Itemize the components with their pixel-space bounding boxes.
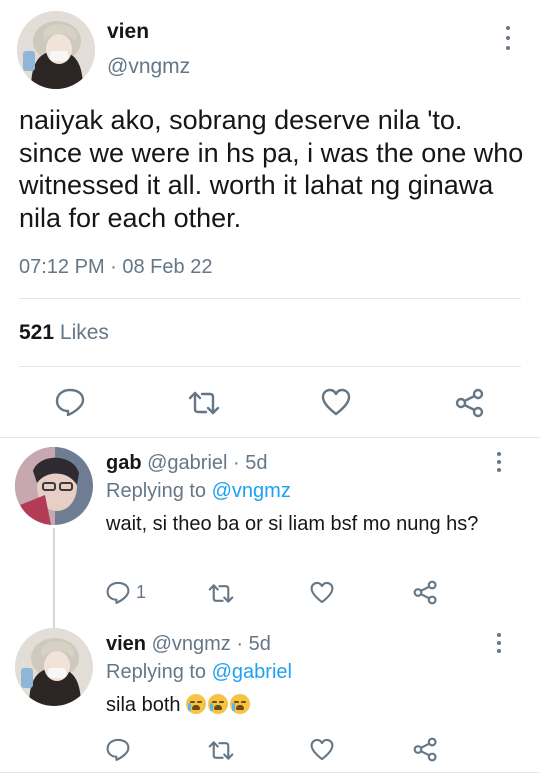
likes-stat[interactable]: 521 Likes [19,321,109,345]
divider [0,437,540,438]
replying-to: Replying to @gabriel [106,661,292,684]
crying-emoji-icon [186,694,207,714]
like-icon[interactable] [310,738,334,761]
divider [19,366,521,367]
thread-line [53,528,55,628]
more-icon[interactable] [500,26,516,50]
tweet-timestamp: 07:12 PM · 08 Feb 22 [19,256,213,278]
replying-to-link[interactable]: @gabriel [212,661,292,683]
crying-emoji-icon [208,694,229,714]
author-handle[interactable]: @vngmz [107,55,190,79]
replying-to: Replying to @vngmz [106,480,291,503]
retweet-icon[interactable] [207,740,235,761]
author-name[interactable]: vien [107,20,149,44]
replying-to-link[interactable]: @vngmz [212,480,291,502]
like-icon[interactable] [321,388,351,416]
reply-author-handle[interactable]: @gabriel [147,452,227,474]
avatar[interactable] [15,447,93,525]
crying-emoji-icon [230,694,251,714]
avatar[interactable] [15,628,93,706]
reply-age: · 5d [236,633,271,655]
reply-author-name[interactable]: vien [106,633,146,655]
divider [0,772,540,773]
like-icon[interactable] [310,581,334,604]
reply-icon[interactable] [55,388,85,416]
reply-count: 1 [136,582,147,602]
more-icon[interactable] [491,633,507,653]
reply-text: wait, si theo ba or si liam bsf mo nung … [106,513,479,535]
divider [19,298,521,299]
avatar[interactable] [17,11,95,89]
reply-header: vien @vngmz · 5d [106,633,271,656]
share-icon[interactable] [413,737,438,762]
reply-icon[interactable] [106,581,130,604]
reply-age: · 5d [233,452,268,474]
reply-author-name[interactable]: gab [106,452,142,474]
likes-count: 521 [19,321,55,344]
reply-text: sila both [106,692,506,719]
share-icon[interactable] [413,580,438,605]
reply-author-handle[interactable]: @vngmz [152,633,231,655]
replying-to-label: Replying to [106,661,207,683]
tweet-text: naiiyak ako, sobrang deserve nila 'to. s… [19,105,524,233]
reply-header: gab @gabriel · 5d [106,452,268,475]
retweet-icon[interactable] [187,390,221,416]
likes-label: Likes [59,321,109,344]
more-icon[interactable] [491,452,507,472]
replying-to-label: Replying to [106,480,207,502]
reply-text-body: sila both [106,694,181,716]
retweet-icon[interactable] [207,583,235,604]
tweet-detail-page: vien @vngmz naiiyak ako, sobrang deserve… [0,0,540,774]
reply-icon[interactable] [106,738,130,761]
share-icon[interactable] [455,388,485,418]
